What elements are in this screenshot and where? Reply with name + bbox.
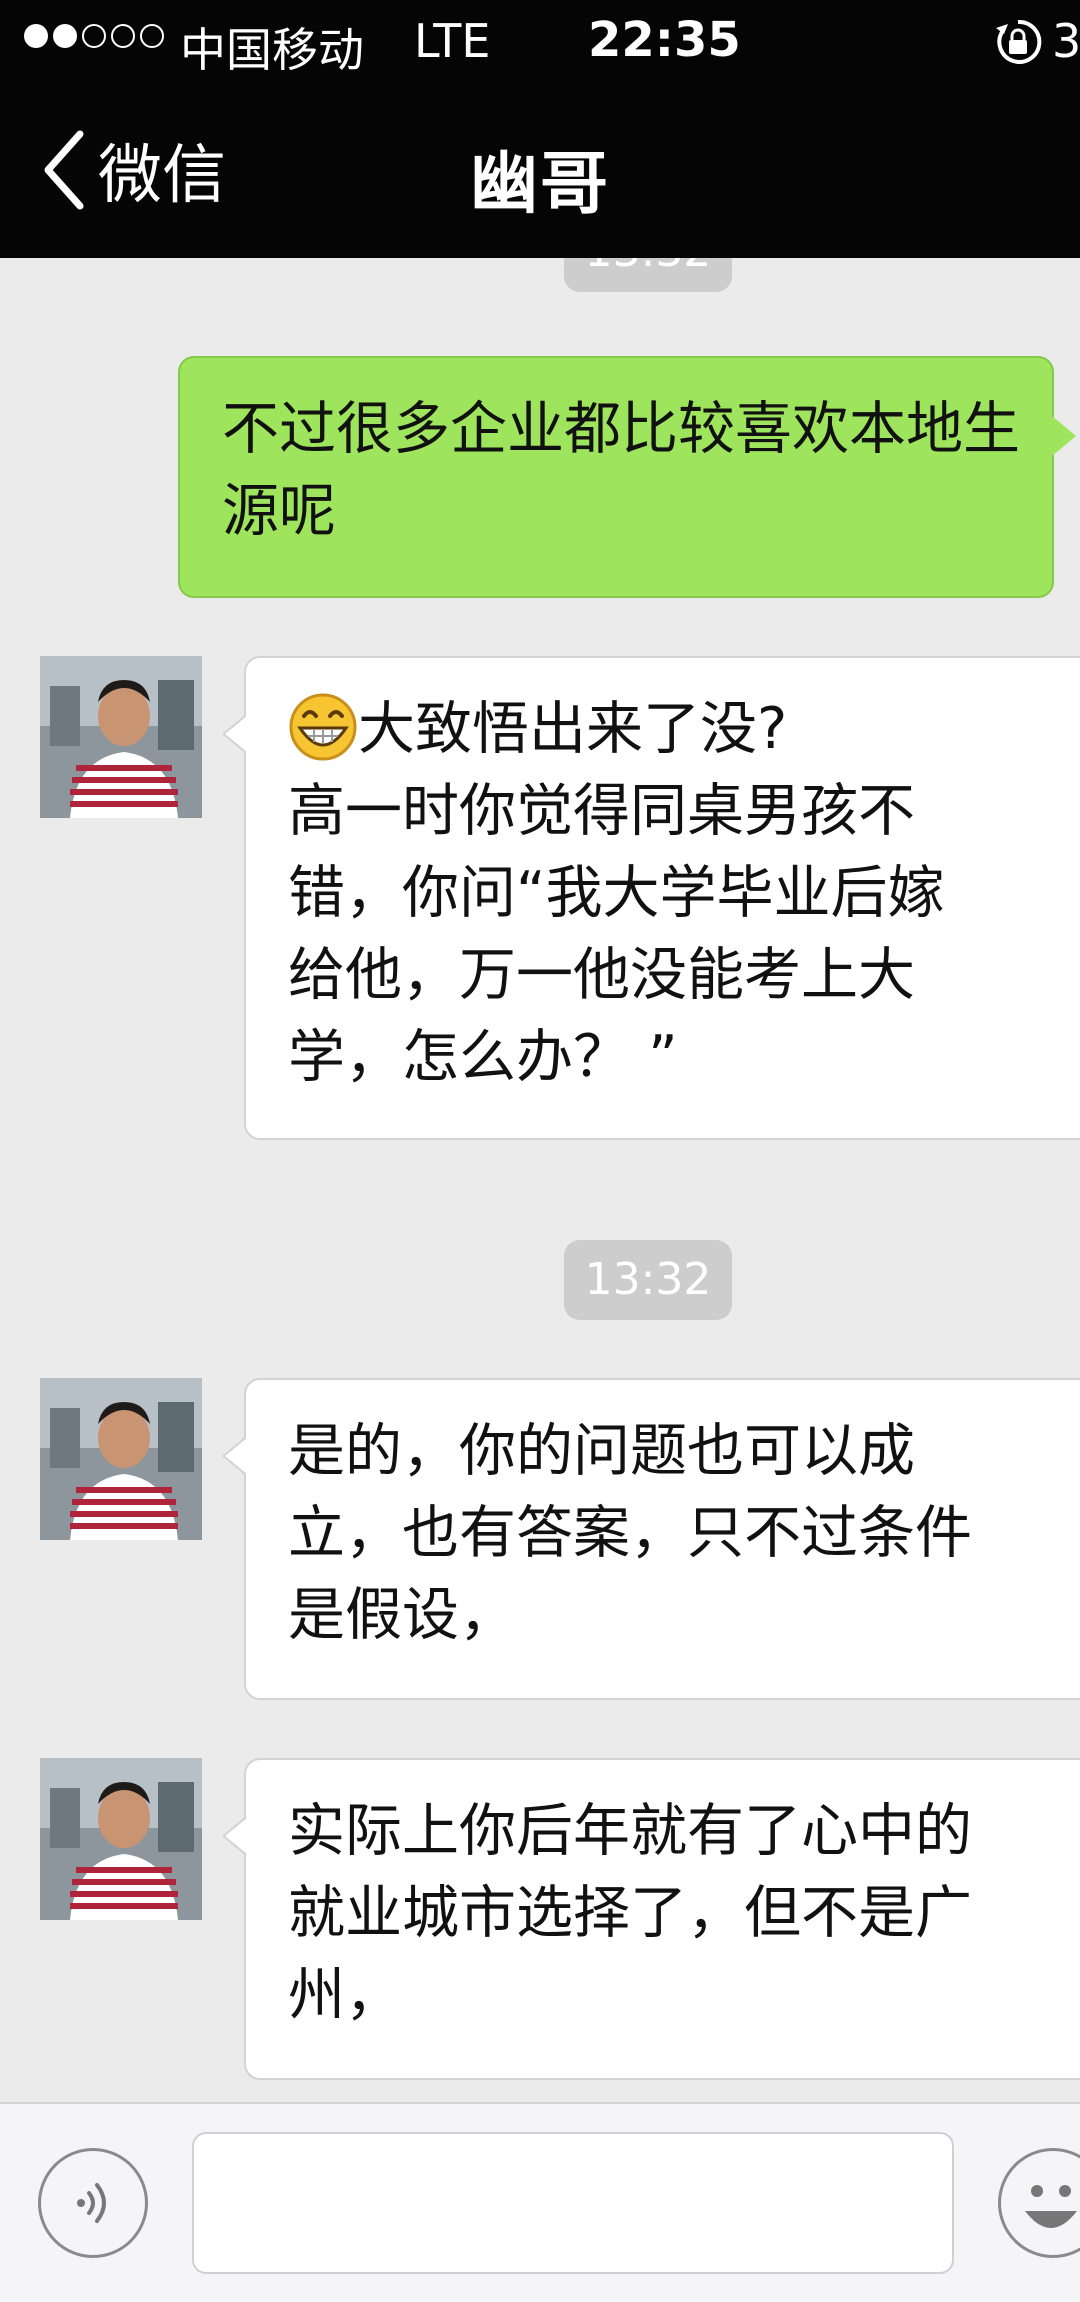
avatar[interactable]	[40, 1378, 202, 1540]
avatar-photo	[40, 1758, 202, 1920]
voice-button[interactable]	[38, 2148, 148, 2258]
message-text: 不过很多企业都比较喜欢本地生源呢	[222, 396, 1020, 544]
chat-title: 幽哥	[469, 145, 610, 224]
message-line: 立，也有答案，只不过条件	[288, 1500, 972, 1566]
voice-icon	[77, 2183, 106, 2223]
avatar-photo	[40, 656, 202, 818]
emoji-button[interactable]	[998, 2148, 1080, 2258]
outgoing-message[interactable]: 不过很多企业都比较喜欢本地生源呢	[178, 356, 1076, 598]
emoji-icon	[1025, 2185, 1077, 2228]
message-line: 州，	[288, 1962, 402, 2028]
avatar[interactable]	[40, 1758, 202, 1920]
network-type: LTE	[414, 14, 491, 68]
incoming-message[interactable]: 是的，你的问题也可以成 立，也有答案，只不过条件 是假设，	[222, 1378, 1080, 1700]
message-line: 是的，你的问题也可以成	[288, 1418, 915, 1484]
incoming-message[interactable]: 实际上你后年就有了心中的 就业城市选择了，但不是广 州，	[222, 1758, 1080, 2080]
message-line: 学，怎么办？ ”	[288, 1024, 678, 1090]
message-line: 错，你问“我大学毕业后嫁	[288, 860, 945, 926]
avatar[interactable]	[40, 656, 202, 818]
message-input[interactable]	[192, 2132, 954, 2274]
carrier-name: 中国移动	[180, 23, 364, 77]
battery-percent: 3	[1052, 14, 1080, 68]
time-stamp: 13:32	[564, 258, 732, 292]
rotation-lock-icon	[996, 19, 1042, 64]
message-line: 高一时你觉得同桌男孩不	[288, 778, 915, 844]
message-line: 就业城市选择了，但不是广	[288, 1880, 972, 1946]
input-bar	[0, 2102, 1080, 2302]
message-list[interactable]: 13:32 不过很多企业都比较喜欢本地生源呢	[0, 258, 1080, 2102]
navigation-bar: 微信 幽哥	[0, 84, 1080, 258]
message-line: 大致悟出来了没?	[358, 696, 788, 762]
message-line: 是假设，	[288, 1582, 516, 1648]
top-bar: 中国移动 LTE 22:35 3 微信 幽哥	[0, 0, 1080, 258]
grin-emoji-icon	[289, 693, 357, 761]
message-line: 实际上你后年就有了心中的	[288, 1798, 972, 1864]
message-line: 给他，万一他没能考上大	[288, 942, 915, 1008]
status-time: 22:35	[588, 12, 741, 68]
incoming-message[interactable]: 大致悟出来了没? 高一时你觉得同桌男孩不 错，你问“我大学毕业后嫁 给他，万一他…	[222, 656, 1080, 1140]
status-bar: 中国移动 LTE 22:35 3	[0, 0, 1080, 84]
avatar-photo	[40, 1378, 202, 1540]
time-stamp: 13:32	[564, 1240, 732, 1320]
chat-screen: 中国移动 LTE 22:35 3 微信 幽哥 13:32	[0, 0, 1080, 2302]
signal-strength-icon	[24, 24, 164, 48]
